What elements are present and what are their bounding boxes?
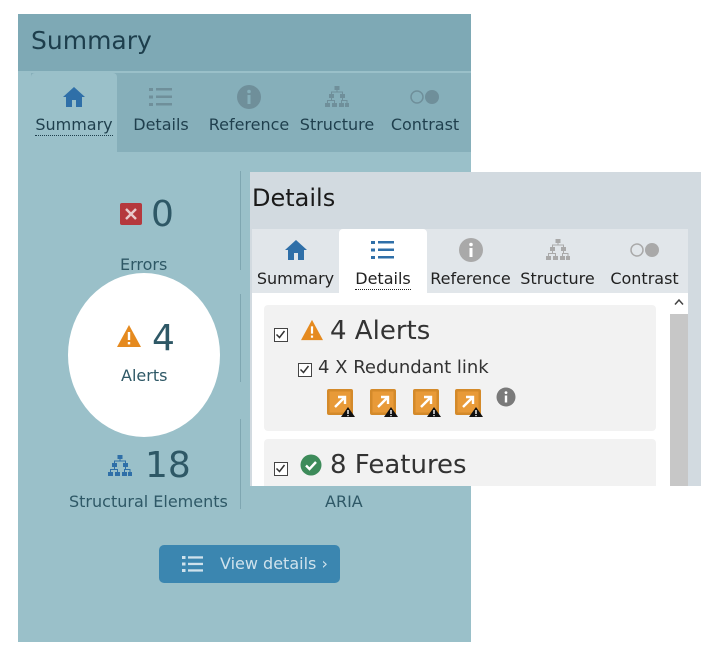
tab-reference-label: Reference <box>208 115 290 134</box>
view-details-label: View details › <box>220 554 328 573</box>
alerts-stat[interactable]: 4 Alerts <box>68 273 220 437</box>
divider <box>240 294 241 382</box>
features-group-label: 8 Features <box>330 450 467 480</box>
scrollbar[interactable] <box>670 293 688 486</box>
alerts-card: 4 Alerts 4 X Redundant link <box>264 305 656 431</box>
summary-title: Summary <box>31 26 152 55</box>
tab-structure-label: Structure <box>299 115 375 134</box>
tab-summary[interactable]: Summary <box>31 73 117 152</box>
redundant-link-checkbox[interactable] <box>298 363 312 377</box>
tab-details[interactable]: Details <box>117 73 205 152</box>
tab-reference-label: Reference <box>430 269 511 288</box>
summary-tab-bar: Summary Details Reference Structure Cont… <box>31 73 471 152</box>
redundant-link-label: 4 X Redundant link <box>318 357 489 378</box>
features-checkbox[interactable] <box>274 462 288 476</box>
tab-contrast[interactable]: Contrast <box>381 73 469 152</box>
tab-structure[interactable]: Structure <box>293 73 381 152</box>
redundant-link-icon[interactable] <box>326 388 356 418</box>
home-icon <box>31 84 117 110</box>
hierarchy-icon <box>293 84 381 110</box>
details-body: 4 Alerts 4 X Redundant link 8 Features <box>252 293 688 486</box>
tab-contrast-label: Contrast <box>390 115 460 134</box>
errors-label: Errors <box>120 255 168 274</box>
scrollbar-thumb[interactable] <box>670 314 688 486</box>
scroll-up-icon[interactable] <box>670 293 688 311</box>
tab-contrast[interactable]: Contrast <box>601 229 688 293</box>
check-circle-icon <box>300 454 322 480</box>
summary-header: Summary <box>18 14 471 71</box>
alerts-count: 4 <box>152 318 175 359</box>
tab-summary[interactable]: Summary <box>252 229 339 293</box>
view-details-button[interactable]: View details › <box>159 545 340 583</box>
details-title: Details <box>252 184 336 212</box>
tab-structure[interactable]: Structure <box>514 229 601 293</box>
list-icon <box>117 84 205 110</box>
list-icon <box>181 554 205 578</box>
contrast-icon <box>381 84 469 110</box>
warning-icon <box>300 319 324 345</box>
redundant-link-icon[interactable] <box>369 388 399 418</box>
features-card: 8 Features <box>264 439 656 486</box>
info-icon[interactable] <box>496 387 516 411</box>
redundant-link-icon[interactable] <box>412 388 442 418</box>
hierarchy-icon <box>107 454 133 482</box>
errors-count: 0 <box>151 194 174 235</box>
tab-summary-label: Summary <box>256 269 335 288</box>
alerts-group-label: 4 Alerts <box>330 316 431 346</box>
tab-details-label: Details <box>133 115 189 134</box>
list-icon <box>339 237 427 263</box>
errors-icon <box>120 203 142 225</box>
redundant-link-icon[interactable] <box>454 388 484 418</box>
alerts-label: Alerts <box>121 366 168 385</box>
divider <box>240 171 241 270</box>
divider <box>240 419 241 509</box>
contrast-icon <box>601 237 688 263</box>
info-icon <box>205 84 293 110</box>
tab-details-label: Details <box>355 269 411 290</box>
tab-structure-label: Structure <box>520 269 595 288</box>
warning-icon <box>116 324 142 352</box>
info-icon <box>427 237 514 263</box>
tab-details[interactable]: Details <box>339 229 427 293</box>
tab-reference[interactable]: Reference <box>427 229 514 293</box>
structural-count: 18 <box>145 445 191 486</box>
home-icon <box>252 237 339 263</box>
tab-reference[interactable]: Reference <box>205 73 293 152</box>
structural-label: Structural Elements <box>69 492 228 511</box>
details-panel: Details Summary Details Reference Struct… <box>250 172 701 486</box>
tab-contrast-label: Contrast <box>610 269 679 288</box>
hierarchy-icon <box>514 237 601 263</box>
tab-summary-label: Summary <box>35 115 113 136</box>
alerts-checkbox[interactable] <box>274 328 288 342</box>
aria-label: ARIA <box>325 492 363 511</box>
details-tab-bar: Summary Details Reference Structure Cont… <box>252 229 688 293</box>
